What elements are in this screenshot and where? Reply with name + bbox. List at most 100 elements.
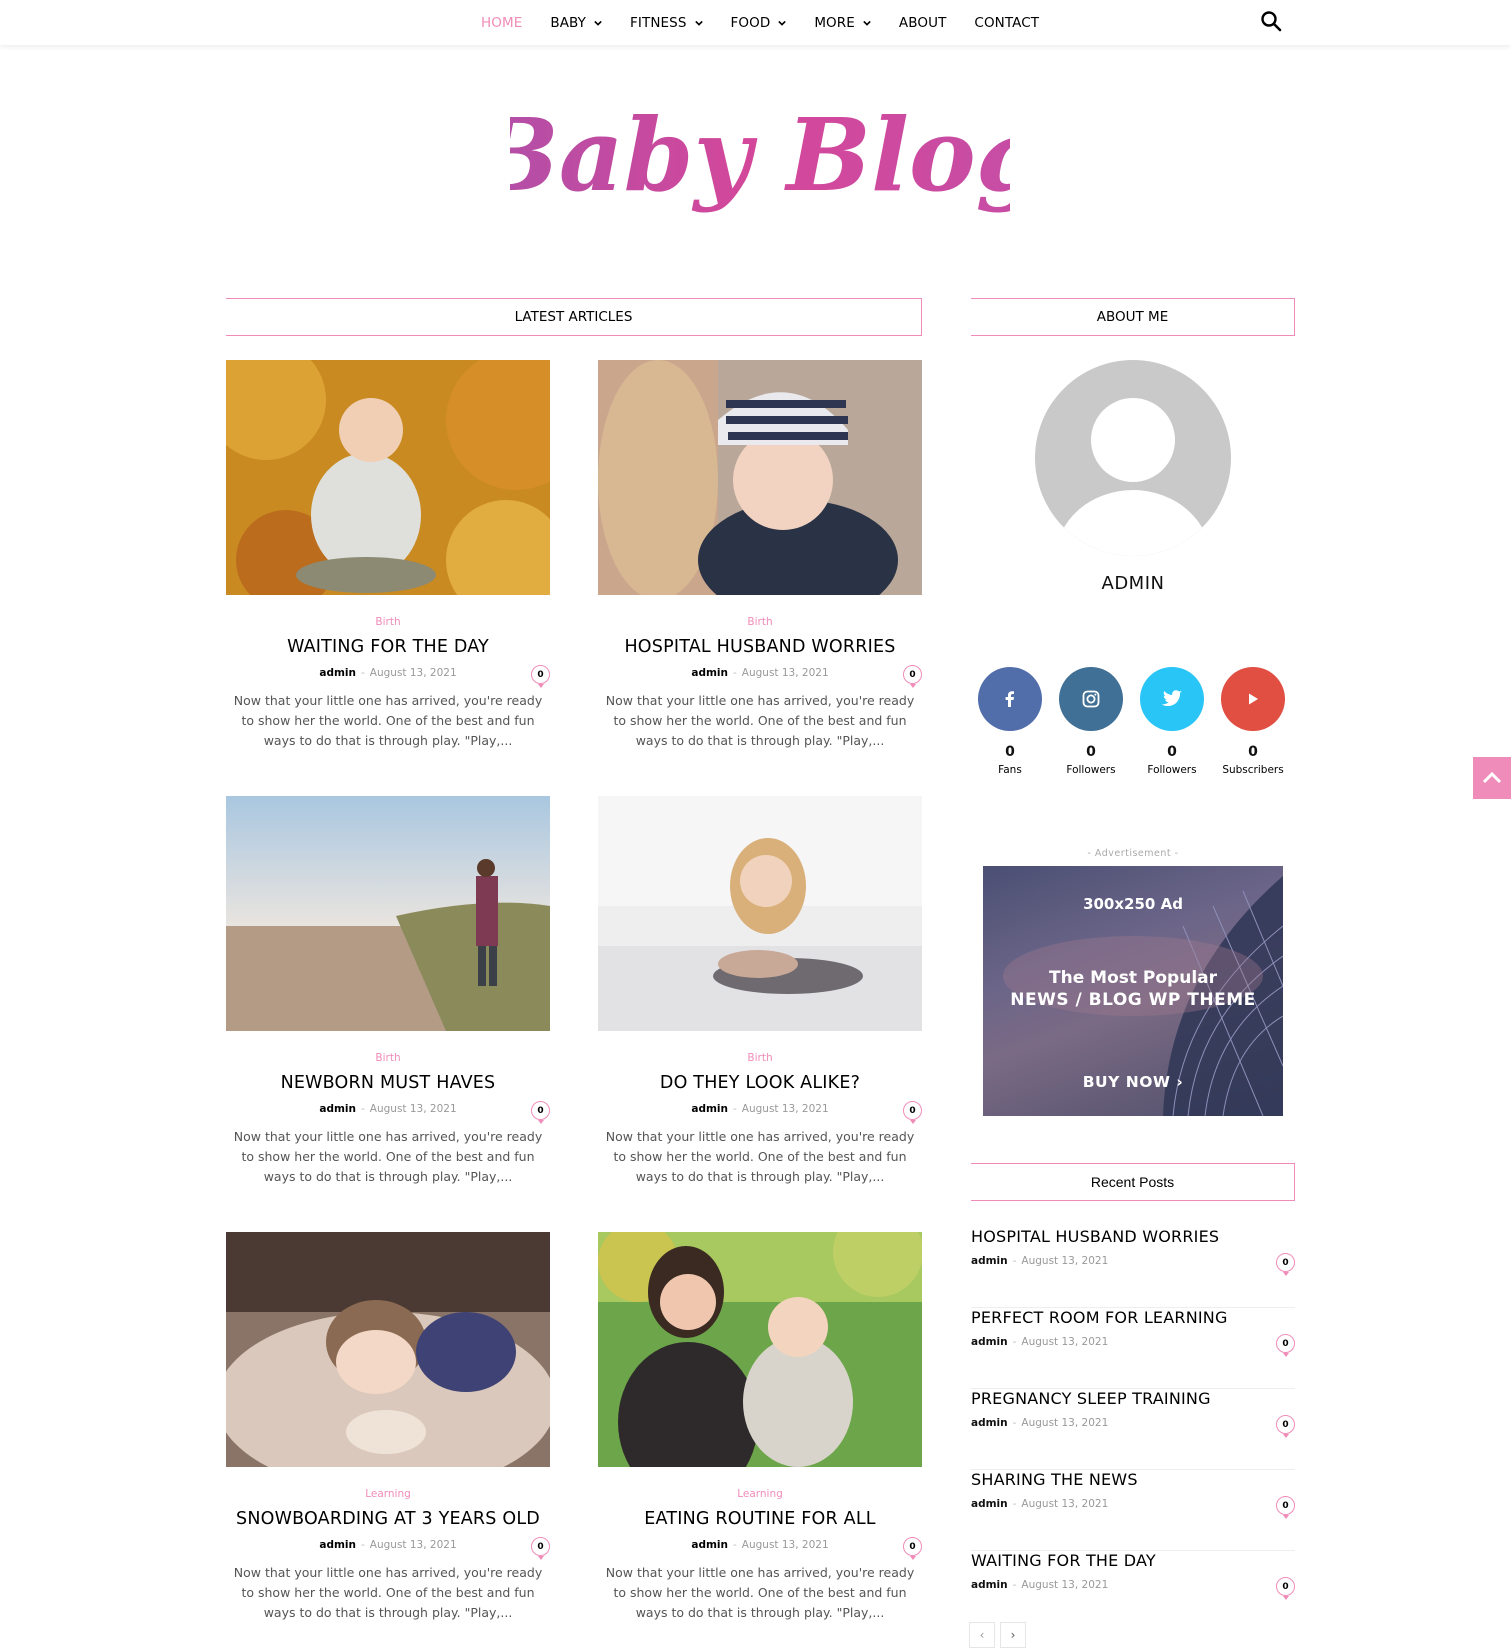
- social-twitter: 0 Followers: [1130, 667, 1214, 776]
- comment-count[interactable]: 0: [903, 1537, 922, 1560]
- article-card: Birth WAITING FOR THE DAY admin - August 1…: [226, 360, 550, 751]
- youtube-icon[interactable]: [1221, 667, 1285, 731]
- article-meta: admin - August 13, 2021 0: [598, 1101, 922, 1124]
- article-author[interactable]: admin: [691, 667, 728, 679]
- recent-post-title[interactable]: PREGNANCY SLEEP TRAINING: [971, 1389, 1295, 1408]
- recent-post-title[interactable]: SHARING THE NEWS: [971, 1470, 1295, 1489]
- article-thumbnail[interactable]: [226, 796, 550, 1031]
- comment-count[interactable]: 0: [1276, 1577, 1295, 1600]
- article-category[interactable]: Birth: [226, 616, 550, 628]
- recent-post-author[interactable]: admin: [971, 1498, 1008, 1510]
- recent-post-author[interactable]: admin: [971, 1579, 1008, 1591]
- article-category[interactable]: Birth: [598, 616, 922, 628]
- social-label: Fans: [998, 764, 1022, 776]
- facebook-icon[interactable]: [978, 667, 1042, 731]
- meta-separator: -: [732, 667, 737, 679]
- social-youtube: 0 Subscribers: [1211, 667, 1295, 776]
- nav-baby-label: BABY: [550, 14, 587, 31]
- article-title[interactable]: NEWBORN MUST HAVES: [226, 1073, 550, 1093]
- article-author[interactable]: admin: [319, 667, 356, 679]
- article-date: August 13, 2021: [741, 667, 829, 679]
- article-date: August 13, 2021: [741, 1103, 829, 1115]
- prev-page-button[interactable]: ‹: [969, 1622, 995, 1648]
- article-meta: admin - August 13, 2021 0: [226, 665, 550, 688]
- latest-articles-header: LATEST ARTICLES: [226, 298, 922, 336]
- article-thumbnail[interactable]: [598, 360, 922, 595]
- comment-count[interactable]: 0: [1276, 1415, 1295, 1438]
- author-name: ADMIN: [1101, 573, 1165, 594]
- ad-headline-2: NEWS / BLOG WP THEME: [1010, 990, 1256, 1010]
- recent-post-title[interactable]: WAITING FOR THE DAY: [971, 1551, 1295, 1570]
- scroll-to-top-button[interactable]: [1473, 757, 1511, 799]
- comment-count[interactable]: 0: [1276, 1496, 1295, 1519]
- article-author[interactable]: admin: [319, 1103, 356, 1115]
- article-title[interactable]: WAITING FOR THE DAY: [226, 637, 550, 657]
- article-title[interactable]: DO THEY LOOK ALIKE?: [598, 1073, 922, 1093]
- meta-separator: -: [732, 1103, 737, 1115]
- chevron-down-icon: [863, 20, 871, 26]
- recent-post-title[interactable]: HOSPITAL HUSBAND WORRIES: [971, 1227, 1295, 1246]
- nav-about[interactable]: ABOUT: [885, 0, 961, 45]
- recent-post-date: August 13, 2021: [1021, 1417, 1109, 1429]
- nav-food-label: FOOD: [730, 14, 771, 31]
- social-instagram: 0 Followers: [1049, 667, 1133, 776]
- recent-post-author[interactable]: admin: [971, 1255, 1008, 1267]
- article-card: Learning SNOWBOARDING AT 3 YEARS OLD adm…: [226, 1232, 550, 1623]
- nav-baby[interactable]: BABY: [536, 0, 616, 45]
- search-icon[interactable]: [1258, 8, 1284, 34]
- article-thumbnail[interactable]: [226, 1232, 550, 1467]
- recent-post-date: August 13, 2021: [1021, 1579, 1109, 1591]
- nav-contact-label: CONTACT: [974, 14, 1040, 31]
- article-author[interactable]: admin: [319, 1539, 356, 1551]
- comment-count[interactable]: 0: [903, 1101, 922, 1124]
- comment-count[interactable]: 0: [1276, 1334, 1295, 1357]
- article-category[interactable]: Learning: [598, 1488, 922, 1500]
- article-title[interactable]: HOSPITAL HUSBAND WORRIES: [598, 637, 922, 657]
- comment-count[interactable]: 0: [531, 1537, 550, 1560]
- article-date: August 13, 2021: [369, 667, 457, 679]
- recent-post-author[interactable]: admin: [971, 1417, 1008, 1429]
- next-page-button[interactable]: ›: [1000, 1622, 1026, 1648]
- article-category[interactable]: Birth: [226, 1052, 550, 1064]
- comment-count[interactable]: 0: [531, 665, 550, 688]
- article-title[interactable]: EATING ROUTINE FOR ALL: [598, 1509, 922, 1529]
- nav-more[interactable]: MORE: [800, 0, 885, 45]
- main-menu: HOME BABY FITNESS FOOD MORE ABOUT CONTAC…: [467, 0, 1053, 45]
- article-thumbnail[interactable]: [598, 1232, 922, 1467]
- recent-post-title[interactable]: PERFECT ROOM FOR LEARNING: [971, 1308, 1295, 1327]
- nav-contact[interactable]: CONTACT: [960, 0, 1053, 45]
- avatar: [1035, 360, 1231, 556]
- article-category[interactable]: Birth: [598, 1052, 922, 1064]
- chevron-down-icon: [594, 20, 602, 26]
- nav-fitness[interactable]: FITNESS: [616, 0, 716, 45]
- article-title[interactable]: SNOWBOARDING AT 3 YEARS OLD: [226, 1509, 550, 1529]
- article-excerpt: Now that your little one has arrived, yo…: [233, 693, 543, 748]
- comment-count[interactable]: 0: [903, 665, 922, 688]
- comment-count[interactable]: 0: [1276, 1253, 1295, 1276]
- twitter-icon[interactable]: [1140, 667, 1204, 731]
- ad-banner[interactable]: 300x250 Ad The Most Popular NEWS / BLOG …: [983, 866, 1283, 1116]
- social-count: 0: [1086, 744, 1096, 760]
- social-count: 0: [1005, 744, 1015, 760]
- instagram-icon[interactable]: [1059, 667, 1123, 731]
- article-thumbnail[interactable]: [598, 796, 922, 1031]
- advertisement-label: - Advertisement -: [1087, 848, 1179, 859]
- article-date: August 13, 2021: [369, 1539, 457, 1551]
- article-thumbnail[interactable]: [226, 360, 550, 595]
- article-category[interactable]: Learning: [226, 1488, 550, 1500]
- site-logo[interactable]: Baby Blog: [510, 80, 1010, 240]
- nav-home[interactable]: HOME: [467, 0, 536, 45]
- article-excerpt: Now that your little one has arrived, yo…: [605, 693, 915, 748]
- nav-about-label: ABOUT: [898, 14, 947, 31]
- social-count: 0: [1167, 744, 1177, 760]
- top-nav-bar: HOME BABY FITNESS FOOD MORE ABOUT CONTAC…: [0, 0, 1511, 45]
- nav-food[interactable]: FOOD: [717, 0, 801, 45]
- comment-count[interactable]: 0: [531, 1101, 550, 1124]
- article-author[interactable]: admin: [691, 1539, 728, 1551]
- article-excerpt: Now that your little one has arrived, yo…: [233, 1129, 543, 1184]
- recent-post-author[interactable]: admin: [971, 1336, 1008, 1348]
- article-author[interactable]: admin: [691, 1103, 728, 1115]
- recent-post: WAITING FOR THE DAY admin - August 13, 202…: [971, 1551, 1295, 1632]
- ad-buy-now[interactable]: BUY NOW ›: [983, 1073, 1283, 1091]
- article-card: Birth NEWBORN MUST HAVES admin - August 13…: [226, 796, 550, 1187]
